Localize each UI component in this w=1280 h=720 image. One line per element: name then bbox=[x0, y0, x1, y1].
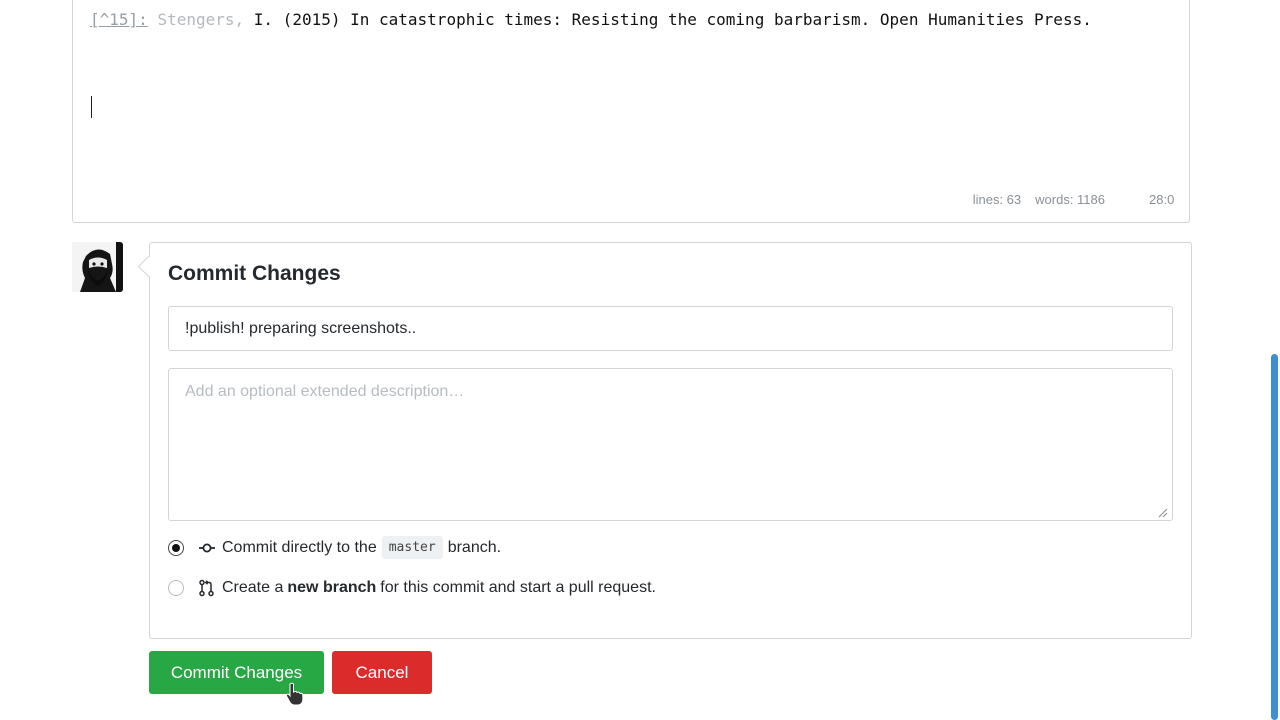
page-scrollbar[interactable] bbox=[1268, 0, 1280, 720]
editor-status-bar: lines: 63 words: 1186 28:0 bbox=[973, 192, 1189, 208]
new-branch-bold: new branch bbox=[287, 579, 377, 596]
cursor-position: 28:0 bbox=[1149, 192, 1175, 207]
new-branch-radio[interactable] bbox=[168, 580, 184, 596]
commit-direct-option[interactable]: Commit directly to the master branch. bbox=[168, 536, 501, 559]
avatar[interactable] bbox=[72, 242, 123, 292]
new-branch-option[interactable]: Create a new branch for this commit and … bbox=[168, 579, 656, 597]
commit-direct-suffix: branch. bbox=[447, 538, 502, 556]
line-count: lines: 63 bbox=[972, 192, 1022, 207]
footnote-author: Stengers, bbox=[157, 10, 245, 29]
user-avatar-icon bbox=[72, 242, 123, 292]
footnote-ref: [^15]: bbox=[90, 10, 148, 29]
cancel-button[interactable]: Cancel bbox=[332, 651, 432, 694]
resize-grip-icon[interactable] bbox=[1156, 506, 1168, 518]
commit-description-input[interactable] bbox=[168, 368, 1173, 521]
markdown-editor[interactable]: [^15]: Stengers, I. (2015) In catastroph… bbox=[72, 0, 1190, 223]
text-caret bbox=[91, 96, 92, 118]
new-branch-prefix: Create a bbox=[222, 579, 284, 596]
git-pull-request-icon bbox=[198, 579, 216, 597]
scrollbar-thumb[interactable] bbox=[1271, 354, 1278, 720]
git-commit-icon bbox=[198, 539, 216, 557]
new-branch-suffix: for this commit and start a pull request… bbox=[380, 579, 656, 596]
commit-changes-button[interactable]: Commit Changes bbox=[149, 651, 324, 694]
word-count: words: 1186 bbox=[1035, 192, 1105, 207]
commit-direct-radio[interactable] bbox=[168, 539, 184, 556]
commit-title: Commit Changes bbox=[168, 262, 341, 285]
footnote-text: I. (2015) In catastrophic times: Resisti… bbox=[253, 10, 1092, 29]
branch-name: master bbox=[381, 536, 443, 559]
footnote-line: [^15]: Stengers, I. (2015) In catastroph… bbox=[90, 8, 1092, 32]
commit-form: Commit Changes Commit directly to the ma… bbox=[149, 242, 1192, 639]
commit-direct-prefix: Commit directly to the bbox=[222, 538, 377, 556]
commit-summary-input[interactable] bbox=[168, 306, 1173, 351]
